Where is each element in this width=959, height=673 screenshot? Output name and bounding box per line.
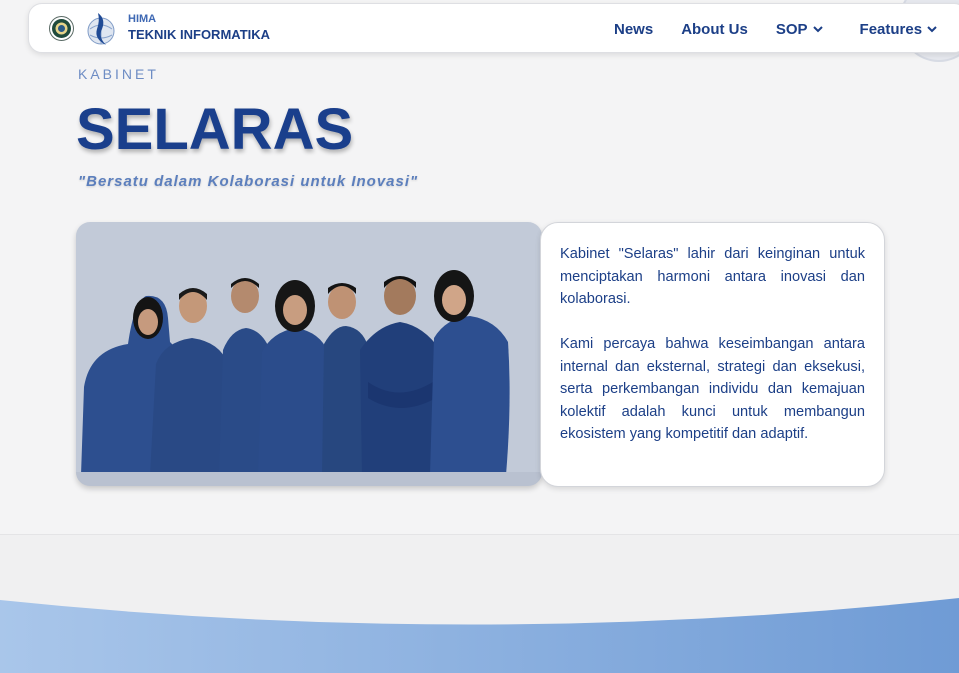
- team-photo-illustration: [76, 270, 542, 486]
- chevron-down-icon: [927, 26, 937, 33]
- nav-sop-label: SOP: [775, 20, 808, 38]
- nav-about-label: About Us: [681, 20, 748, 38]
- about-paragraph-1: Kabinet "Selaras" lahir dari keinginan u…: [560, 246, 865, 307]
- team-photo: [76, 222, 542, 486]
- nav-features-label: Features: [859, 20, 923, 38]
- nav-news-link[interactable]: News: [614, 21, 653, 38]
- photo-floor: [76, 472, 542, 486]
- brand-text[interactable]: HIMA TEKNIK INFORMATIKA: [128, 13, 271, 42]
- university-seal-icon[interactable]: [49, 16, 74, 41]
- brand-bottom-label: TEKNIK INFORMATIKA: [128, 27, 271, 42]
- chevron-down-icon: [812, 26, 823, 33]
- navbar: HIMA TEKNIK INFORMATIKA News About Us SO…: [28, 3, 959, 53]
- person-silhouettes: [81, 270, 510, 475]
- nav-sop-dropdown[interactable]: SOP: [776, 21, 823, 38]
- wave-decoration: [0, 598, 959, 673]
- tagline: "Bersatu dalam Kolaborasi untuk Inovasi": [78, 173, 419, 190]
- nav-about-link[interactable]: About Us: [681, 21, 748, 38]
- hima-logo-icon[interactable]: [84, 11, 118, 47]
- about-card: Kabinet "Selaras" lahir dari keinginan u…: [540, 222, 885, 487]
- about-paragraph-2: Kami percaya bahwa keseimbangan antara i…: [560, 336, 865, 442]
- nav-features-dropdown[interactable]: Features: [860, 21, 938, 38]
- nav-links: News About Us SOP Features: [614, 4, 937, 54]
- nav-news-label: News: [614, 20, 654, 38]
- kabinet-kicker: KABINET: [78, 66, 159, 82]
- brand-top-label: HIMA: [128, 13, 157, 25]
- page-title: SELARAS: [76, 97, 354, 162]
